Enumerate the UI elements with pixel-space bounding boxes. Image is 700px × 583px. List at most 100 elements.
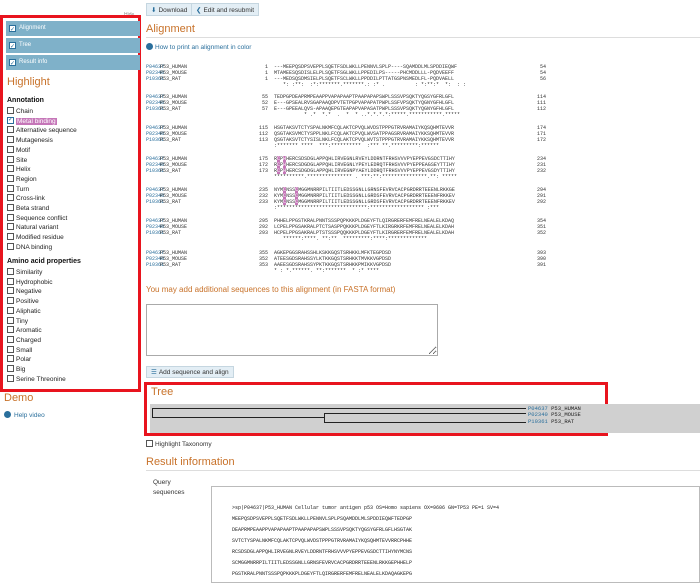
checkbox-icon[interactable] bbox=[7, 204, 14, 211]
view-tab-tree[interactable]: Tree bbox=[6, 38, 140, 55]
help-video-link[interactable]: Help video bbox=[4, 411, 45, 419]
annotation-option-label: Alternative sequence bbox=[16, 127, 77, 135]
checkbox-icon[interactable] bbox=[7, 194, 14, 202]
amino-acid-option[interactable]: Positive bbox=[7, 297, 39, 307]
checkbox-icon[interactable] bbox=[9, 40, 16, 55]
amino-acid-option[interactable]: Hydrophobic bbox=[7, 277, 53, 288]
checkbox-icon[interactable] bbox=[7, 136, 14, 144]
annotation-option-label: Beta strand bbox=[16, 205, 50, 212]
highlight-taxonomy-toggle[interactable]: Highlight Taxonomy bbox=[146, 440, 212, 448]
conservation-row: **********.*************** . ***:**:****… bbox=[146, 174, 546, 181]
checkbox-icon[interactable] bbox=[7, 184, 14, 192]
fasta-prompt: You may add additional sequences to this… bbox=[146, 285, 396, 294]
view-tab-label: Alignment bbox=[19, 25, 46, 31]
amino-acid-option[interactable]: Polar bbox=[7, 355, 31, 365]
checkbox-icon[interactable] bbox=[9, 23, 16, 38]
conservation-marks: **********.*************** . ***:**:****… bbox=[274, 174, 458, 180]
annotation-option[interactable]: Modified residue bbox=[7, 233, 64, 243]
help-video-label: Help video bbox=[14, 412, 45, 419]
amino-acid-option[interactable]: Aliphatic bbox=[7, 306, 41, 317]
download-button[interactable]: ⬇ Download bbox=[146, 3, 193, 16]
checkbox-icon[interactable] bbox=[7, 115, 14, 125]
amino-acid-option-label: Polar bbox=[16, 356, 32, 364]
tree-branch bbox=[324, 413, 325, 422]
add-sequence-label: Add sequence and align bbox=[158, 369, 229, 376]
checkbox-icon[interactable] bbox=[7, 223, 14, 231]
annotation-option-label: Site bbox=[16, 156, 28, 164]
query-sequence-line: SCMGGMNRRPILTIITLEDSSGNLLGRNSFEVRVCACPGR… bbox=[232, 560, 413, 566]
checkbox-icon[interactable] bbox=[7, 335, 14, 343]
checkbox-icon[interactable] bbox=[7, 306, 14, 314]
amino-acid-option[interactable]: Serine Threonine bbox=[7, 374, 66, 385]
amino-acid-option[interactable]: Charged bbox=[7, 335, 41, 346]
tree-leaf[interactable]: P02340 P53_MOUSE bbox=[528, 411, 581, 418]
annotation-option[interactable]: Mutagenesis bbox=[7, 136, 53, 146]
query-sequences-box[interactable]: >sp|P04637|P53_HUMAN Cellular tumor anti… bbox=[211, 486, 700, 583]
annotation-option-label: Region bbox=[16, 175, 37, 183]
annotation-option[interactable]: Metal binding bbox=[7, 115, 57, 127]
checkbox-icon[interactable] bbox=[7, 365, 14, 372]
add-sequence-button[interactable]: ☰ Add sequence and align bbox=[146, 366, 234, 378]
annotation-option-label: Cross-link bbox=[16, 195, 45, 203]
checkbox-icon[interactable] bbox=[146, 440, 153, 447]
annotation-option[interactable]: Turn bbox=[7, 184, 30, 195]
checkbox-icon[interactable] bbox=[7, 242, 14, 250]
conservation-marks: * : *.******. **:******* * :* **** bbox=[274, 268, 380, 274]
amino-acid-option[interactable]: Aromatic bbox=[7, 326, 42, 336]
annotation-option[interactable]: Alternative sequence bbox=[7, 126, 77, 136]
annotation-option[interactable]: Sequence conflict bbox=[7, 213, 67, 224]
checkbox-icon[interactable] bbox=[7, 297, 14, 305]
annotation-option[interactable]: Region bbox=[7, 174, 37, 185]
list-icon: ☰ bbox=[151, 369, 157, 376]
checkbox-icon[interactable] bbox=[7, 287, 14, 295]
annotation-option[interactable]: DNA binding bbox=[7, 242, 52, 253]
checkbox-icon[interactable] bbox=[7, 174, 14, 182]
annotation-option[interactable]: Beta strand bbox=[7, 204, 49, 214]
annotation-option-label: Chain bbox=[16, 108, 33, 115]
checkbox-icon[interactable] bbox=[7, 155, 14, 163]
view-tab-label: Tree bbox=[19, 42, 32, 48]
edit-resubmit-button[interactable]: ❮ Edit and resubmit bbox=[191, 3, 260, 16]
checkbox-icon[interactable] bbox=[7, 355, 14, 363]
view-tab-alignment[interactable]: Alignment bbox=[6, 21, 140, 38]
annotation-option-label: Motif bbox=[16, 146, 31, 154]
checkbox-icon[interactable] bbox=[7, 165, 14, 173]
checkbox-icon[interactable] bbox=[7, 374, 14, 382]
checkbox-icon[interactable] bbox=[7, 107, 14, 114]
checkbox-icon[interactable] bbox=[7, 213, 14, 221]
amino-acid-option[interactable]: Big bbox=[7, 365, 25, 375]
amino-acid-option[interactable]: Negative bbox=[7, 287, 42, 297]
amino-acid-option[interactable]: Tiny bbox=[7, 316, 28, 327]
checkbox-icon[interactable] bbox=[7, 345, 14, 353]
conservation-row: * : *.******. **:******* * :* **** bbox=[146, 268, 546, 275]
checkbox-icon[interactable] bbox=[7, 277, 14, 285]
checkbox-icon[interactable] bbox=[7, 233, 14, 241]
amino-acid-option[interactable]: Similarity bbox=[7, 268, 42, 278]
amino-acid-option-label: Aliphatic bbox=[16, 307, 41, 315]
query-sequence-line: PGSTKRALPNNTSSSPQPKKKPLDGEYFTLQIRGRERFEM… bbox=[232, 571, 413, 577]
annotation-option[interactable]: Cross-link bbox=[7, 194, 45, 204]
divider bbox=[146, 37, 700, 38]
tree-branch bbox=[324, 413, 526, 414]
annotation-option[interactable]: Site bbox=[7, 155, 28, 166]
leaf-accession[interactable]: P10361 bbox=[528, 418, 548, 425]
view-tab-result-info[interactable]: Result info bbox=[6, 55, 140, 72]
chevron-left-icon: ❮ bbox=[196, 7, 202, 14]
annotation-option-label: Turn bbox=[16, 185, 30, 193]
checkbox-icon[interactable] bbox=[7, 126, 14, 134]
tree-leaf[interactable]: P10361 P53_RAT bbox=[528, 418, 574, 425]
fasta-input[interactable] bbox=[146, 304, 438, 356]
annotation-option-label: Modified residue bbox=[16, 234, 64, 242]
amino-acid-option[interactable]: Small bbox=[7, 345, 32, 356]
leaf-accession[interactable]: P02340 bbox=[528, 411, 548, 418]
checkbox-icon[interactable] bbox=[7, 145, 14, 153]
checkbox-icon[interactable] bbox=[7, 268, 14, 275]
annotation-option[interactable]: Natural variant bbox=[7, 223, 58, 233]
checkbox-icon[interactable] bbox=[7, 326, 14, 334]
annotation-option[interactable]: Motif bbox=[7, 145, 31, 156]
amino-acid-option-label: Charged bbox=[16, 336, 41, 344]
checkbox-icon[interactable] bbox=[7, 316, 14, 324]
annotation-option[interactable]: Helix bbox=[7, 165, 30, 175]
print-alignment-link[interactable]: How to print an alignment in color bbox=[146, 43, 251, 51]
checkbox-icon[interactable] bbox=[9, 57, 16, 72]
